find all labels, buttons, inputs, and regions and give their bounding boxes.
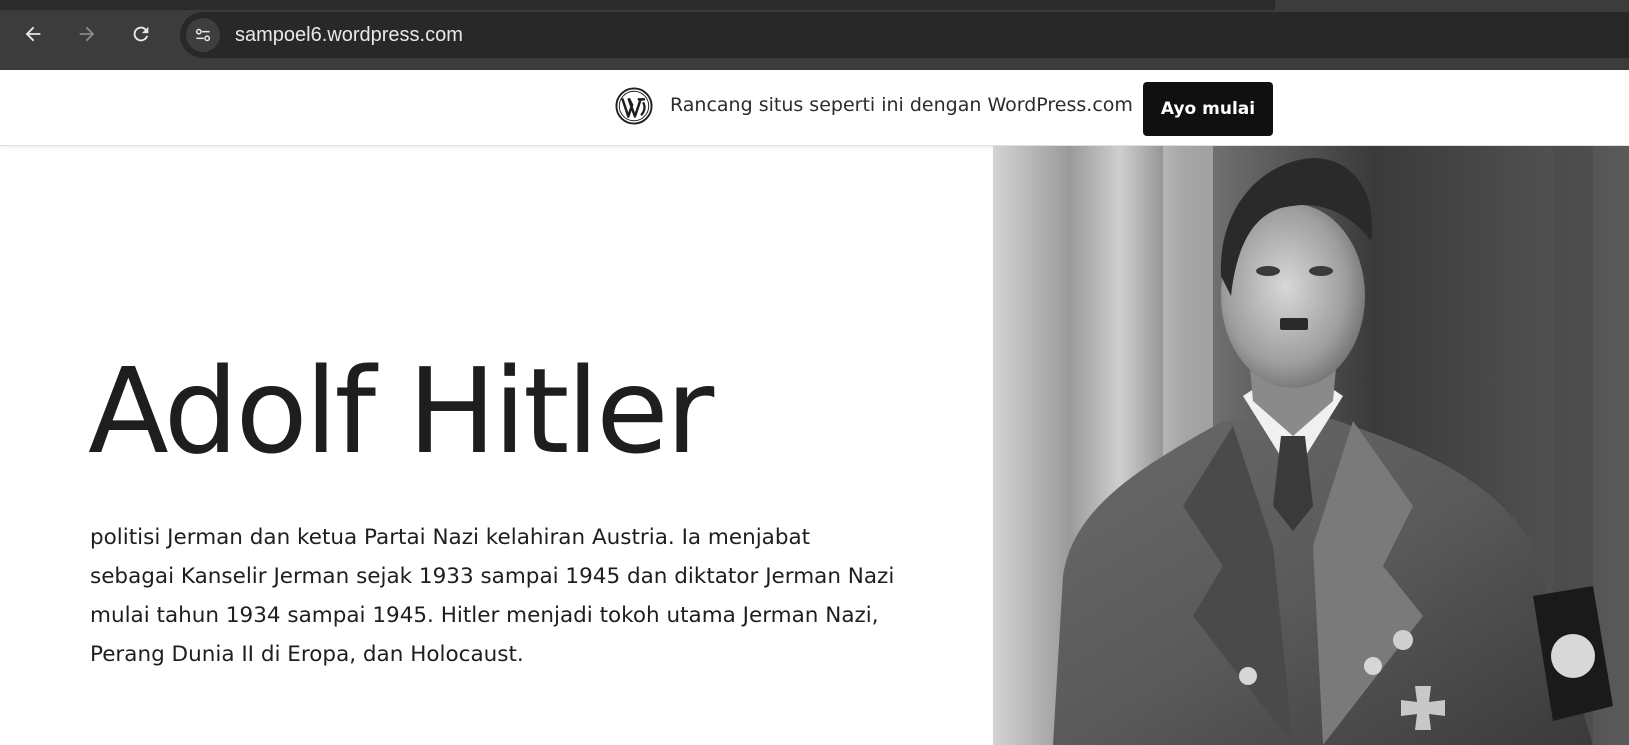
back-button[interactable]: [16, 17, 50, 51]
wordpress-banner: Rancang situs seperti ini dengan WordPre…: [0, 70, 1629, 146]
site-info-button[interactable]: [186, 18, 220, 52]
start-button[interactable]: Ayo mulai: [1143, 82, 1273, 136]
tab-strip-active: [1275, 0, 1629, 10]
browser-toolbar: sampoel6.wordpress.com: [0, 0, 1629, 70]
banner-text: Rancang situs seperti ini dengan WordPre…: [670, 94, 1133, 116]
arrow-left-icon: [25, 26, 41, 42]
tune-icon: [195, 28, 211, 42]
reload-button[interactable]: [124, 17, 158, 51]
arrow-right-icon: [79, 26, 95, 42]
url-text[interactable]: sampoel6.wordpress.com: [235, 24, 463, 47]
page-title: Adolf Hitler: [88, 342, 714, 480]
reload-icon: [133, 26, 149, 42]
wordpress-logo-icon[interactable]: [615, 87, 653, 125]
page-description: politisi Jerman dan ketua Partai Nazi ke…: [90, 525, 895, 667]
portrait-image: [993, 146, 1629, 745]
address-bar[interactable]: sampoel6.wordpress.com: [180, 12, 1629, 58]
forward-button[interactable]: [70, 17, 104, 51]
portrait-illustration: [993, 146, 1629, 745]
